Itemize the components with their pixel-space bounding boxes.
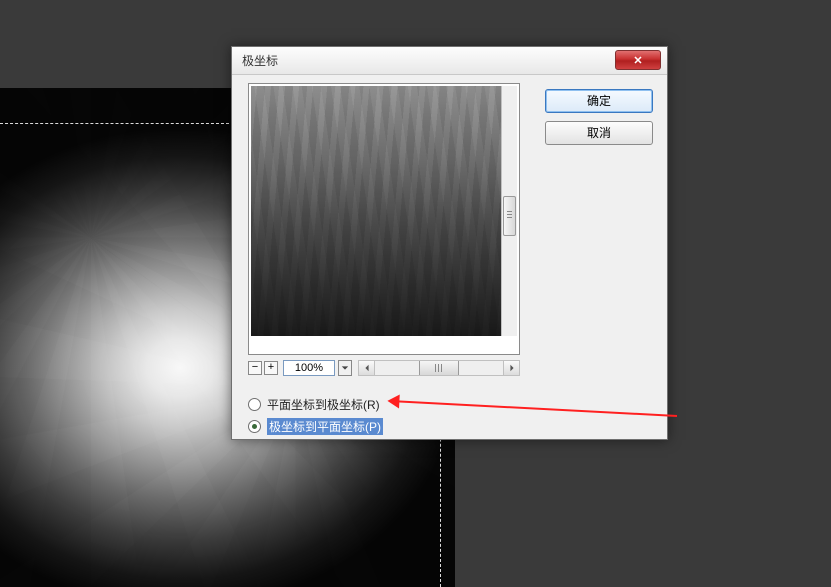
scrollbar-thumb[interactable]	[419, 361, 459, 375]
dialog-title: 极坐标	[242, 52, 278, 69]
option-polar-to-rectangular[interactable]: 极坐标到平面坐标(P)	[248, 415, 383, 437]
dialog-body: − + 100% 平面坐标到极坐标(R)	[232, 75, 667, 439]
polar-options-group: 平面坐标到极坐标(R) 极坐标到平面坐标(P)	[248, 393, 383, 437]
radio-label: 极坐标到平面坐标(P)	[267, 418, 383, 435]
cancel-button[interactable]: 取消	[545, 121, 653, 145]
ok-button[interactable]: 确定	[545, 89, 653, 113]
triangle-right-icon	[508, 364, 516, 372]
radio-icon[interactable]	[248, 398, 261, 411]
preview-vertical-scrollbar[interactable]	[501, 86, 517, 336]
zoom-in-button[interactable]: +	[264, 361, 278, 375]
scrollbar-thumb[interactable]	[503, 196, 516, 236]
option-rectangular-to-polar[interactable]: 平面坐标到极坐标(R)	[248, 393, 383, 415]
triangle-left-icon	[363, 364, 371, 372]
radio-icon[interactable]	[248, 420, 261, 433]
filter-preview[interactable]	[248, 83, 520, 355]
chevron-down-icon	[341, 364, 349, 372]
zoom-out-button[interactable]: −	[248, 361, 262, 375]
dialog-titlebar[interactable]: 极坐标 ✕	[232, 47, 667, 75]
dialog-action-buttons: 确定 取消	[545, 89, 653, 153]
zoom-value-field[interactable]: 100%	[283, 360, 335, 376]
preview-horizontal-scrollbar[interactable]	[358, 360, 520, 376]
zoom-dropdown-button[interactable]	[338, 360, 352, 376]
radio-label: 平面坐标到极坐标(R)	[267, 396, 380, 413]
preview-image	[251, 86, 501, 336]
close-button[interactable]: ✕	[615, 50, 661, 70]
zoom-controls: − + 100%	[248, 359, 520, 377]
polar-coordinates-dialog: 极坐标 ✕ − + 100%	[231, 46, 668, 440]
close-icon: ✕	[633, 54, 642, 67]
scroll-left-button[interactable]	[359, 361, 375, 375]
scroll-right-button[interactable]	[503, 361, 519, 375]
